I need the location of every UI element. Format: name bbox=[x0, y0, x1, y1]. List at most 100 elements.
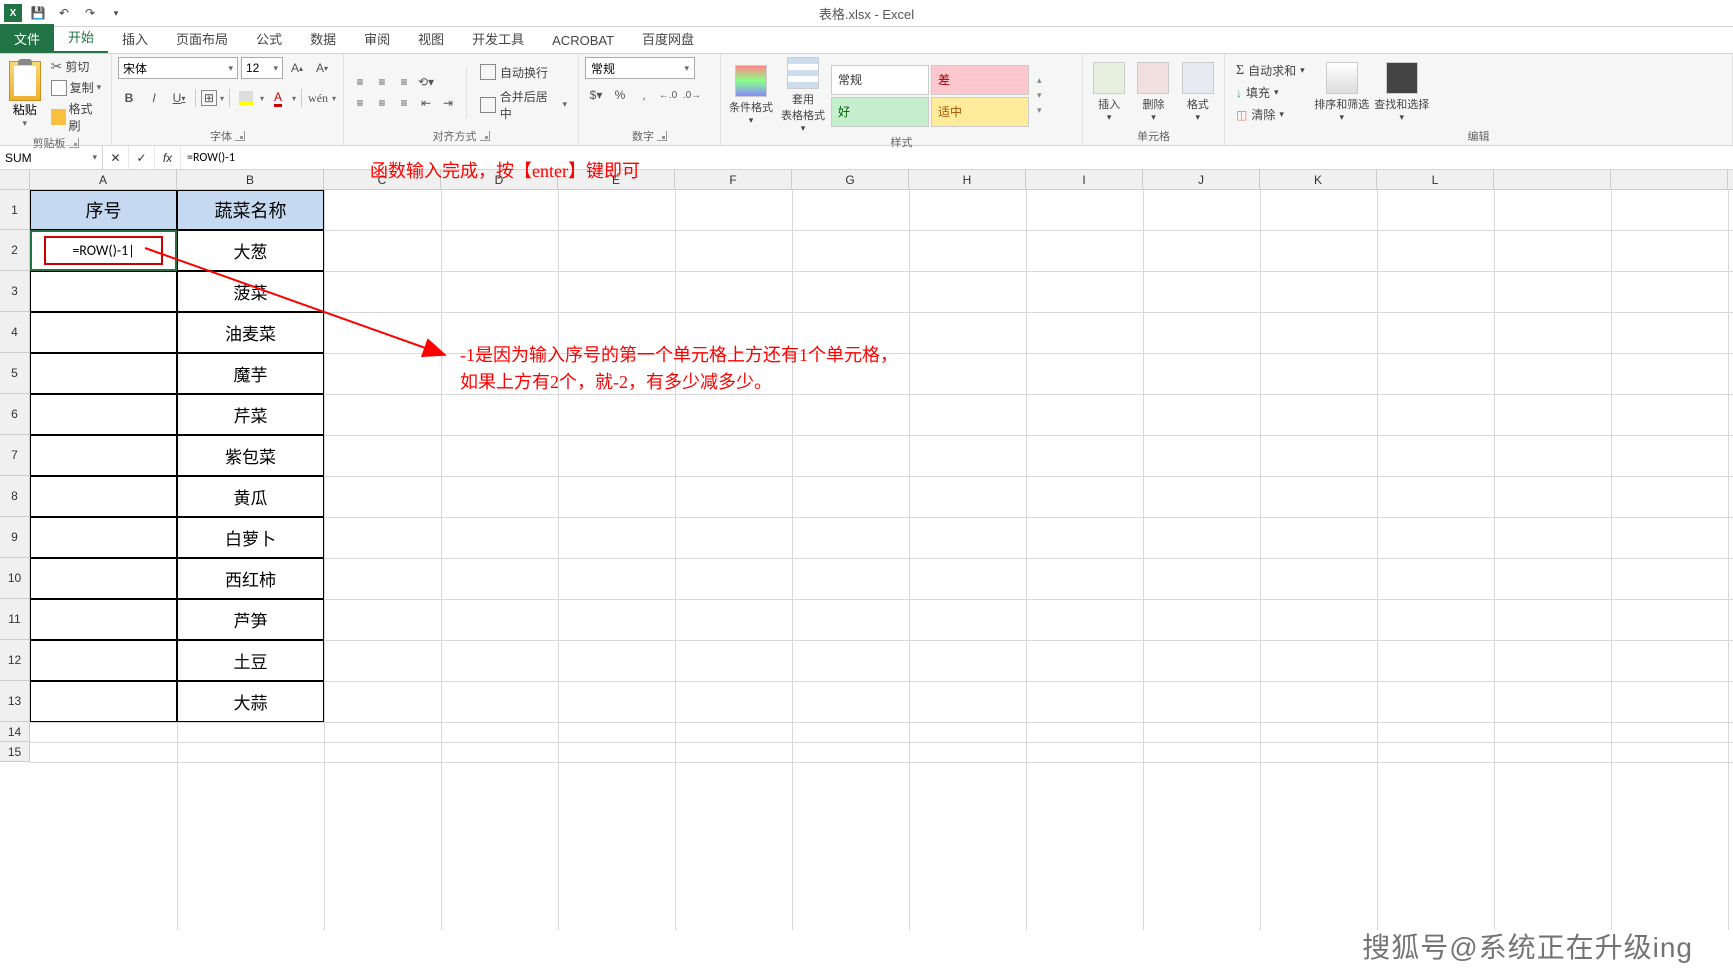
cell[interactable]: 芦笋 bbox=[177, 599, 324, 640]
number-format-select[interactable]: 常规▾ bbox=[585, 57, 695, 79]
cell[interactable]: 土豆 bbox=[177, 640, 324, 681]
ribbon-tab-4[interactable]: 数据 bbox=[296, 24, 350, 53]
ribbon-tab-8[interactable]: ACROBAT bbox=[538, 28, 628, 53]
qat-customize-icon[interactable]: ▾ bbox=[106, 3, 126, 23]
format-as-table-button[interactable]: 套用 表格格式▾ bbox=[779, 57, 827, 134]
col-header[interactable]: I bbox=[1026, 170, 1143, 190]
undo-icon[interactable]: ↶ bbox=[54, 3, 74, 23]
cell[interactable]: 西红柿 bbox=[177, 558, 324, 599]
style-good[interactable]: 好 bbox=[831, 97, 929, 127]
chevron-down-icon[interactable]: ▾ bbox=[220, 94, 224, 103]
fill-button[interactable]: ↓填充▾ bbox=[1231, 82, 1310, 103]
align-top-button[interactable]: ≡ bbox=[350, 73, 370, 91]
format-painter-button[interactable]: 格式刷 bbox=[48, 99, 105, 135]
col-header[interactable]: H bbox=[909, 170, 1026, 190]
cell[interactable]: 大蒜 bbox=[177, 681, 324, 722]
col-header[interactable] bbox=[1494, 170, 1611, 190]
italic-button[interactable]: I bbox=[143, 87, 165, 109]
find-select-button[interactable]: 查找和选择▾ bbox=[1374, 62, 1430, 123]
cell[interactable] bbox=[30, 681, 177, 722]
cell[interactable]: 紫包菜 bbox=[177, 435, 324, 476]
format-cells-button[interactable]: 格式▾ bbox=[1178, 62, 1218, 123]
style-bad[interactable]: 差 bbox=[931, 65, 1029, 95]
col-header[interactable]: F bbox=[675, 170, 792, 190]
cell[interactable] bbox=[30, 353, 177, 394]
orientation-button[interactable]: ⟲▾ bbox=[416, 73, 436, 91]
ribbon-tab-1[interactable]: 插入 bbox=[108, 24, 162, 53]
chevron-down-icon[interactable]: ▾ bbox=[292, 94, 296, 103]
delete-cells-button[interactable]: 删除▾ bbox=[1133, 62, 1173, 123]
sort-filter-button[interactable]: 排序和筛选▾ bbox=[1314, 62, 1370, 123]
cell[interactable] bbox=[30, 558, 177, 599]
ribbon-tab-7[interactable]: 开发工具 bbox=[458, 24, 538, 53]
name-box[interactable]: SUM▾ bbox=[0, 146, 103, 169]
paste-button[interactable]: 粘贴 ▾ bbox=[6, 61, 44, 131]
gallery-down-icon[interactable]: ▾ bbox=[1035, 88, 1044, 103]
row-header[interactable]: 14 bbox=[0, 722, 30, 742]
cell[interactable]: 菠菜 bbox=[177, 271, 324, 312]
chevron-down-icon[interactable]: ▾ bbox=[260, 94, 264, 103]
col-header[interactable]: K bbox=[1260, 170, 1377, 190]
col-header[interactable] bbox=[1611, 170, 1728, 190]
col-header[interactable]: B bbox=[177, 170, 324, 190]
spreadsheet-grid[interactable]: ABCDEFGHIJKL 123456789101112131415 序号蔬菜名… bbox=[0, 170, 1733, 930]
col-header[interactable]: G bbox=[792, 170, 909, 190]
font-size-select[interactable]: 12▾ bbox=[241, 57, 283, 79]
decrease-decimal-button[interactable]: .0→ bbox=[681, 84, 703, 106]
row-header[interactable]: 8 bbox=[0, 476, 30, 517]
decrease-font-button[interactable]: A▾ bbox=[311, 57, 333, 79]
decrease-indent-button[interactable]: ⇤ bbox=[416, 94, 436, 112]
cell[interactable] bbox=[30, 271, 177, 312]
select-all-corner[interactable] bbox=[0, 170, 30, 190]
font-color-button[interactable]: A bbox=[267, 87, 289, 109]
col-header[interactable]: A bbox=[30, 170, 177, 190]
cancel-formula-button[interactable]: ✕ bbox=[103, 146, 129, 169]
row-header[interactable]: 7 bbox=[0, 435, 30, 476]
borders-button[interactable]: ⊞ bbox=[201, 90, 217, 106]
chevron-down-icon[interactable]: ▾ bbox=[332, 94, 336, 103]
phonetic-button[interactable]: wén bbox=[307, 87, 329, 109]
row-header[interactable]: 5 bbox=[0, 353, 30, 394]
insert-cells-button[interactable]: 插入▾ bbox=[1089, 62, 1129, 123]
fx-button[interactable]: fx bbox=[155, 146, 181, 169]
cell-editor[interactable]: =ROW()-1| bbox=[44, 236, 163, 265]
conditional-format-button[interactable]: 条件格式▾ bbox=[727, 65, 775, 126]
copy-button[interactable]: 复制▾ bbox=[48, 78, 105, 97]
col-header[interactable]: L bbox=[1377, 170, 1494, 190]
ribbon-tab-3[interactable]: 公式 bbox=[242, 24, 296, 53]
align-right-button[interactable]: ≡ bbox=[394, 94, 414, 112]
cell[interactable] bbox=[30, 517, 177, 558]
autosum-button[interactable]: Σ自动求和▾ bbox=[1231, 60, 1310, 81]
bold-button[interactable]: B bbox=[118, 87, 140, 109]
cell[interactable]: 序号 bbox=[30, 190, 177, 230]
alignment-launcher[interactable] bbox=[480, 131, 490, 141]
cell[interactable]: 油麦菜 bbox=[177, 312, 324, 353]
cell[interactable]: 芹菜 bbox=[177, 394, 324, 435]
cell-styles-gallery[interactable]: 常规 差 好 适中 bbox=[831, 65, 1029, 127]
underline-button[interactable]: U▾ bbox=[168, 87, 190, 109]
clear-button[interactable]: ◫清除▾ bbox=[1231, 104, 1310, 125]
align-middle-button[interactable]: ≡ bbox=[372, 73, 392, 91]
row-header[interactable]: 13 bbox=[0, 681, 30, 722]
align-left-button[interactable]: ≡ bbox=[350, 94, 370, 112]
cell[interactable]: 大葱 bbox=[177, 230, 324, 271]
ribbon-tab-2[interactable]: 页面布局 bbox=[162, 24, 242, 53]
redo-icon[interactable]: ↷ bbox=[80, 3, 100, 23]
col-header[interactable] bbox=[1728, 170, 1733, 190]
enter-formula-button[interactable]: ✓ bbox=[129, 146, 155, 169]
increase-indent-button[interactable]: ⇥ bbox=[438, 94, 458, 112]
increase-decimal-button[interactable]: ←.0 bbox=[657, 84, 679, 106]
cell[interactable]: 魔芋 bbox=[177, 353, 324, 394]
gallery-up-icon[interactable]: ▴ bbox=[1035, 73, 1044, 88]
row-header[interactable]: 2 bbox=[0, 230, 30, 271]
save-icon[interactable]: 💾 bbox=[28, 3, 48, 23]
fill-color-button[interactable] bbox=[235, 87, 257, 109]
comma-button[interactable]: , bbox=[633, 84, 655, 106]
number-launcher[interactable] bbox=[657, 131, 667, 141]
style-neutral[interactable]: 适中 bbox=[931, 97, 1029, 127]
wrap-text-button[interactable]: 自动换行 bbox=[475, 62, 572, 83]
cell[interactable] bbox=[30, 599, 177, 640]
row-header[interactable]: 11 bbox=[0, 599, 30, 640]
increase-font-button[interactable]: A▴ bbox=[286, 57, 308, 79]
row-header[interactable]: 3 bbox=[0, 271, 30, 312]
